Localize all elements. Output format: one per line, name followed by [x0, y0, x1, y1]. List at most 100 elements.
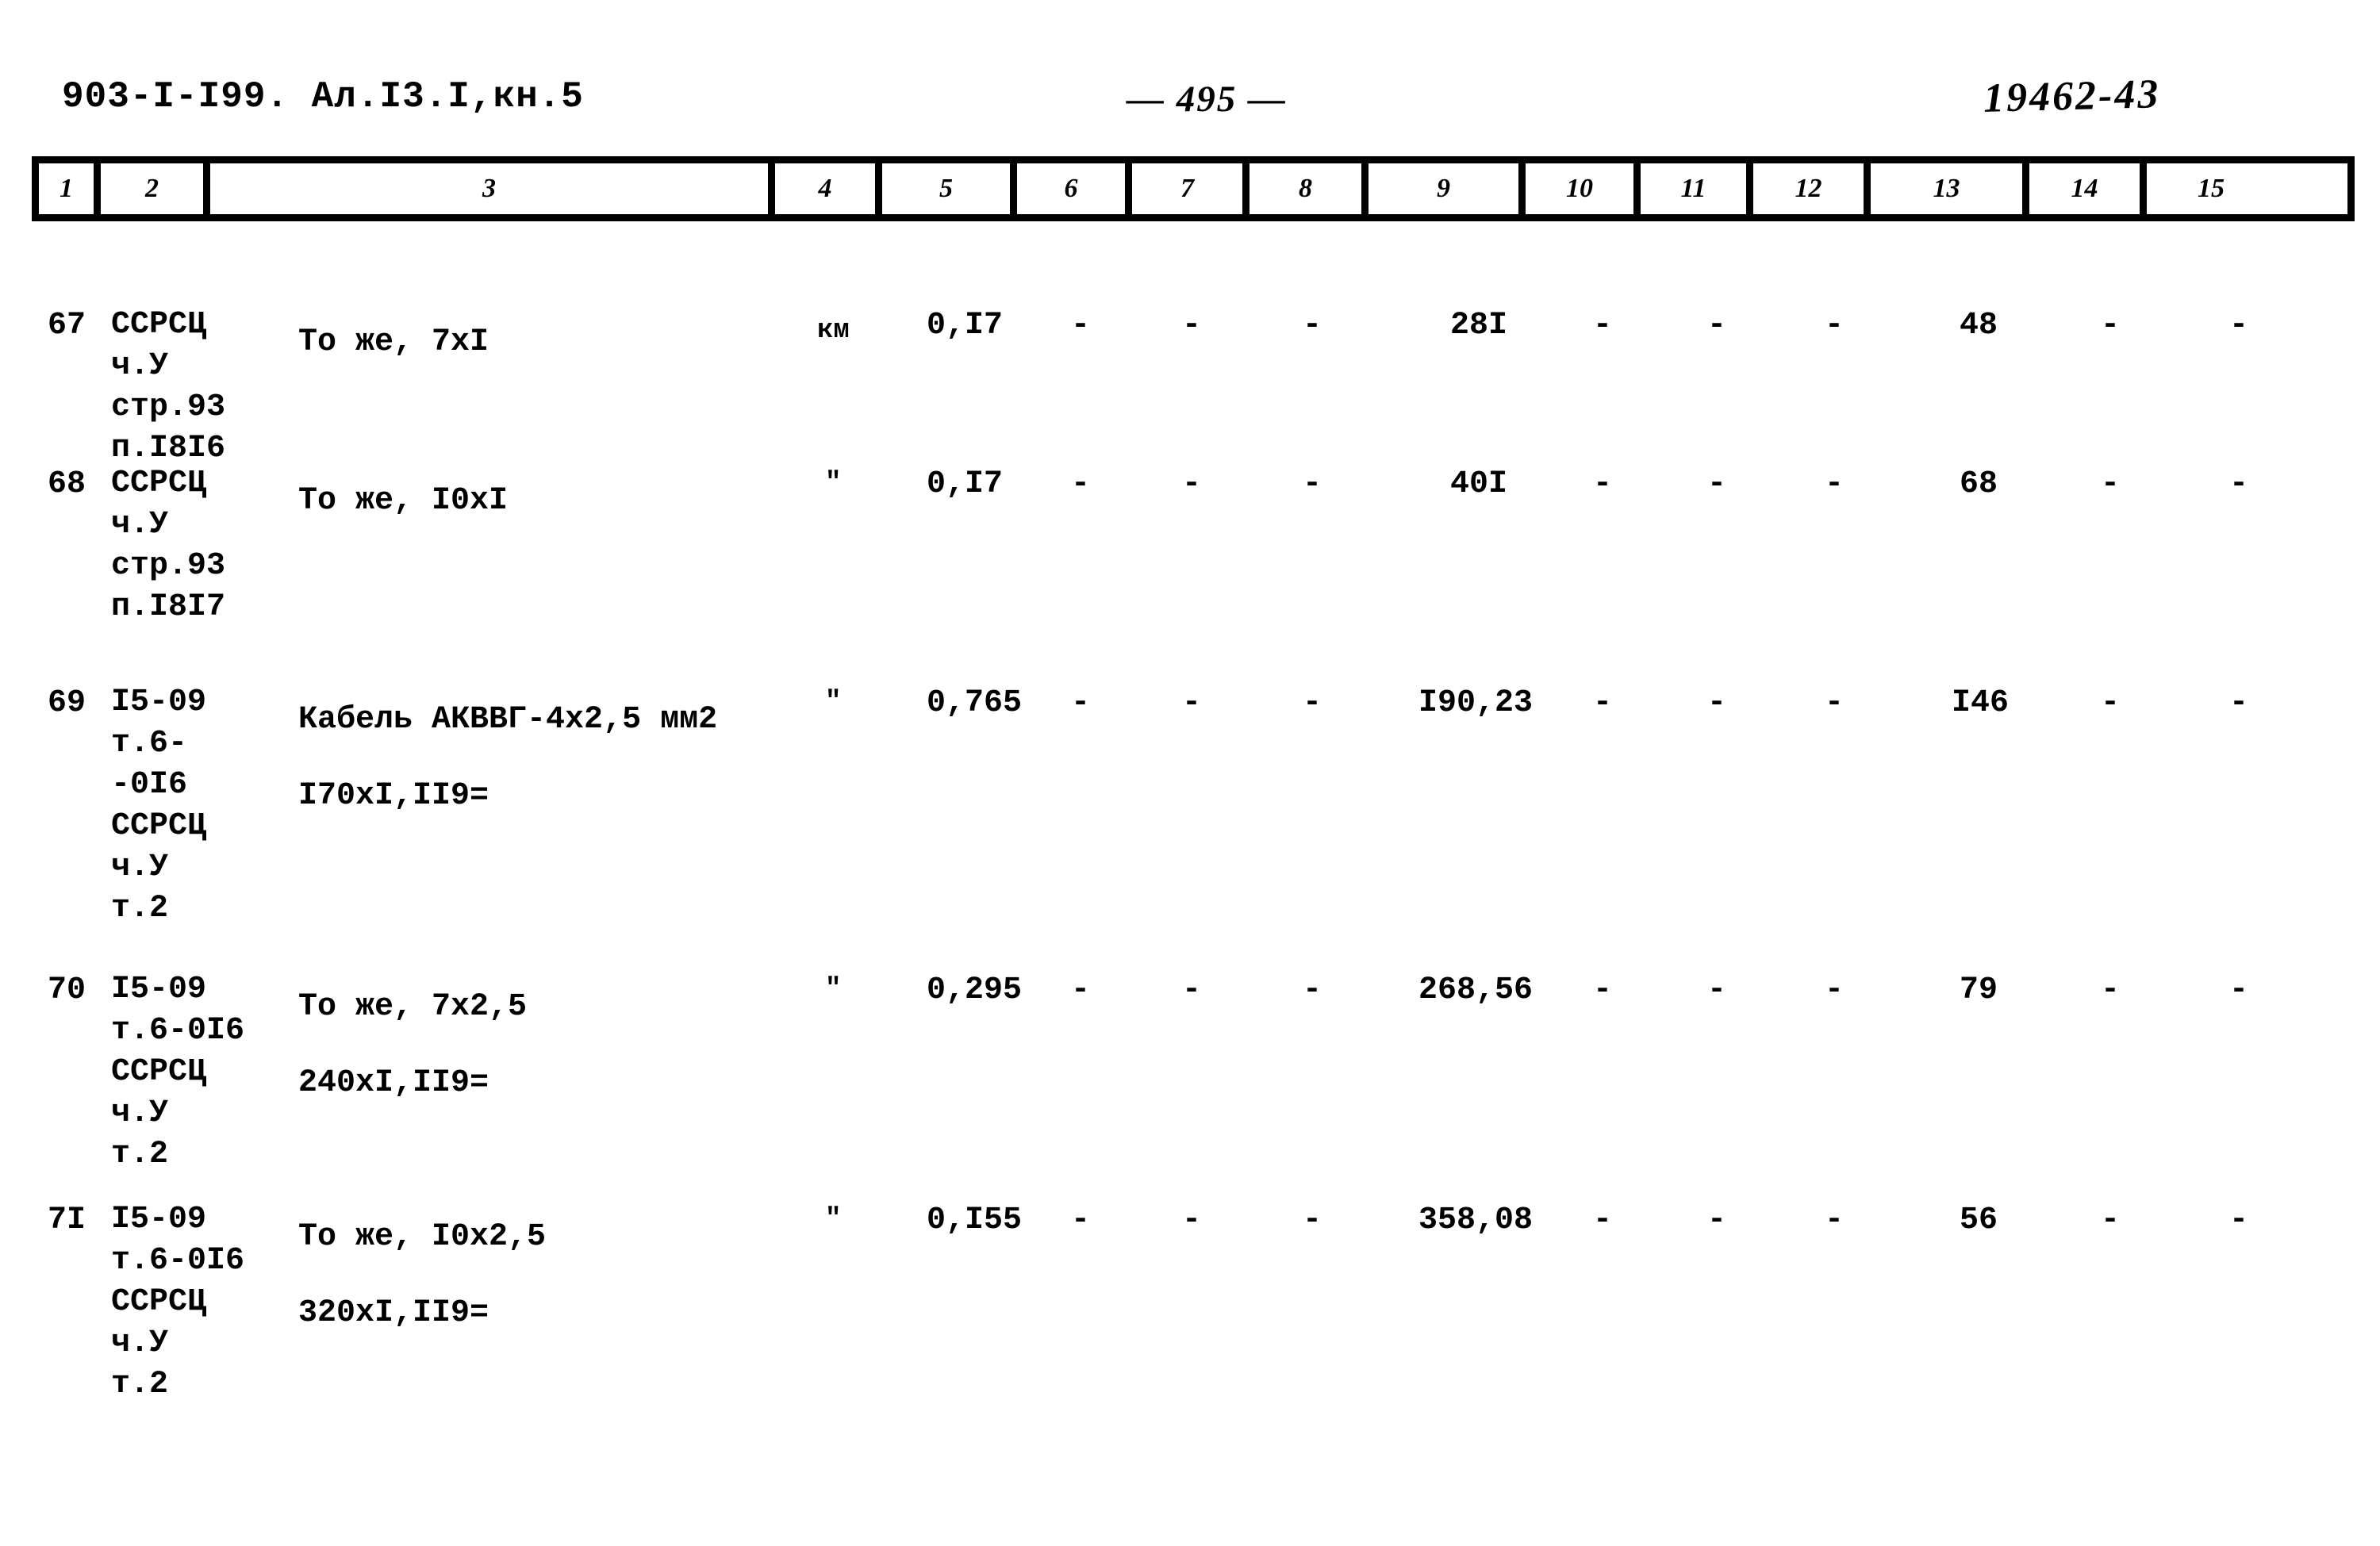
cell-col10: - — [1593, 685, 1613, 721]
table-column-header: 1 2 3 4 5 6 7 8 9 10 11 12 13 14 15 — [32, 156, 2355, 221]
cell-col11: - — [1707, 1203, 1727, 1238]
row-number: 69 — [48, 685, 86, 721]
cell-col14: - — [2101, 685, 2121, 721]
cell-col5: 0,I7 — [927, 308, 1004, 343]
table-row: 67 ССРСЦ ч.У стр.93 п.I8I6 То же, 7хI км… — [0, 246, 2380, 466]
cell-col8: - — [1303, 972, 1322, 1008]
column-header-9: 9 — [1368, 163, 1526, 214]
cell-col7: - — [1182, 972, 1202, 1008]
cell-col9: 268,56 — [1418, 972, 1534, 1008]
cell-col14: - — [2101, 308, 2121, 343]
archive-stamp-number: 19462-43 — [1983, 71, 2162, 121]
row-unit: " — [825, 1204, 842, 1234]
cell-col12: - — [1825, 972, 1844, 1008]
cell-col9: 40I — [1450, 466, 1508, 502]
cell-col9: I90,23 — [1418, 685, 1534, 721]
cell-col13: 68 — [1960, 466, 1998, 502]
row-description: То же, 7хI — [298, 324, 489, 360]
cell-col10: - — [1593, 466, 1613, 502]
cell-col11: - — [1707, 308, 1727, 343]
cell-col13: 48 — [1960, 308, 1998, 343]
cell-col9: 28I — [1450, 308, 1508, 343]
column-header-13: 13 — [1871, 163, 2029, 214]
cell-col13: I46 — [1952, 685, 2010, 721]
cell-col15: - — [2229, 972, 2249, 1008]
row-code: I5-09 т.6-0I6 ССРСЦ ч.У т.2 — [111, 972, 245, 1172]
row-description: То же, I0х2,5 320хI,II9= — [298, 1219, 547, 1331]
cell-col12: - — [1825, 466, 1844, 502]
column-header-4: 4 — [775, 163, 882, 214]
document-code: 903-I-I99. Ал.I3.I,кн.5 — [62, 76, 584, 117]
cell-col11: - — [1707, 685, 1727, 721]
row-number: 70 — [48, 972, 86, 1008]
cell-col8: - — [1303, 685, 1322, 721]
cell-col9: 358,08 — [1418, 1203, 1534, 1238]
cell-col13: 79 — [1960, 972, 1998, 1008]
column-header-6: 6 — [1017, 163, 1132, 214]
cell-col15: - — [2229, 685, 2249, 721]
row-unit: " — [825, 687, 842, 717]
row-unit: км — [817, 316, 850, 346]
scanned-document-page: 903-I-I99. Ал.I3.I,кн.5 — 495 — 19462-43… — [0, 0, 2380, 1546]
column-header-12: 12 — [1753, 163, 1871, 214]
column-header-8: 8 — [1250, 163, 1368, 214]
row-number: 68 — [48, 466, 86, 502]
column-header-14: 14 — [2029, 163, 2147, 214]
cell-col14: - — [2101, 972, 2121, 1008]
table-row: 69 I5-09 т.6- -0I6 ССРСЦ ч.У т.2 Кабель … — [0, 674, 2380, 961]
row-unit: " — [825, 974, 842, 1004]
cell-col7: - — [1182, 1203, 1202, 1238]
cell-col15: - — [2229, 1203, 2249, 1238]
cell-col7: - — [1182, 685, 1202, 721]
cell-col6: - — [1071, 466, 1091, 502]
cell-col10: - — [1593, 1203, 1613, 1238]
row-code: ССРСЦ ч.У стр.93 п.I8I7 — [111, 466, 226, 625]
row-number: 7I — [48, 1203, 86, 1238]
column-header-11: 11 — [1641, 163, 1753, 214]
cell-col14: - — [2101, 1203, 2121, 1238]
page-number: — 495 — — [1127, 79, 1287, 120]
row-number: 67 — [48, 308, 86, 343]
row-code: ССРСЦ ч.У стр.93 п.I8I6 — [111, 307, 226, 466]
row-description: То же, I0хI — [298, 483, 509, 519]
cell-col6: - — [1071, 972, 1091, 1008]
cell-col5: 0,765 — [927, 685, 1023, 721]
column-header-15: 15 — [2198, 174, 2225, 203]
row-code: I5-09 т.6- -0I6 ССРСЦ ч.У т.2 — [111, 685, 207, 926]
cell-col10: - — [1593, 972, 1613, 1008]
cell-col11: - — [1707, 466, 1727, 502]
cell-col7: - — [1182, 308, 1202, 343]
cell-col12: - — [1825, 1203, 1844, 1238]
row-code: I5-09 т.6-0I6 ССРСЦ ч.У т.2 — [111, 1202, 245, 1402]
row-description: То же, 7х2,5 240хI,II9= — [298, 989, 528, 1101]
cell-col15: - — [2229, 308, 2249, 343]
column-header-2: 2 — [101, 163, 210, 214]
cell-col11: - — [1707, 972, 1727, 1008]
cell-col6: - — [1071, 308, 1091, 343]
cell-col5: 0,295 — [927, 972, 1023, 1008]
cell-col6: - — [1071, 685, 1091, 721]
cell-col8: - — [1303, 1203, 1322, 1238]
cell-col13: 56 — [1960, 1203, 1998, 1238]
cell-col12: - — [1825, 685, 1844, 721]
column-header-3: 3 — [210, 163, 775, 214]
table-body: 67 ССРСЦ ч.У стр.93 п.I8I6 То же, 7хI км… — [0, 246, 2380, 1429]
cell-col8: - — [1303, 308, 1322, 343]
table-row: 68 ССРСЦ ч.У стр.93 п.I8I7 То же, I0хI "… — [0, 454, 2380, 674]
table-row: 7I I5-09 т.6-0I6 ССРСЦ ч.У т.2 То же, I0… — [0, 1191, 2380, 1429]
row-unit: " — [825, 468, 842, 498]
page-header: 903-I-I99. Ал.I3.I,кн.5 — 495 — 19462-43 — [0, 71, 2380, 132]
table-row: 70 I5-09 т.6-0I6 ССРСЦ ч.У т.2 То же, 7х… — [0, 961, 2380, 1191]
column-header-5: 5 — [882, 163, 1017, 214]
cell-col10: - — [1593, 308, 1613, 343]
cell-col15: - — [2229, 466, 2249, 502]
column-header-10: 10 — [1526, 163, 1641, 214]
cell-col8: - — [1303, 466, 1322, 502]
column-header-7: 7 — [1132, 163, 1250, 214]
cell-col5: 0,I55 — [927, 1203, 1023, 1238]
cell-col14: - — [2101, 466, 2121, 502]
cell-col12: - — [1825, 308, 1844, 343]
cell-col5: 0,I7 — [927, 466, 1004, 502]
cell-col7: - — [1182, 466, 1202, 502]
column-header-1: 1 — [39, 163, 101, 214]
